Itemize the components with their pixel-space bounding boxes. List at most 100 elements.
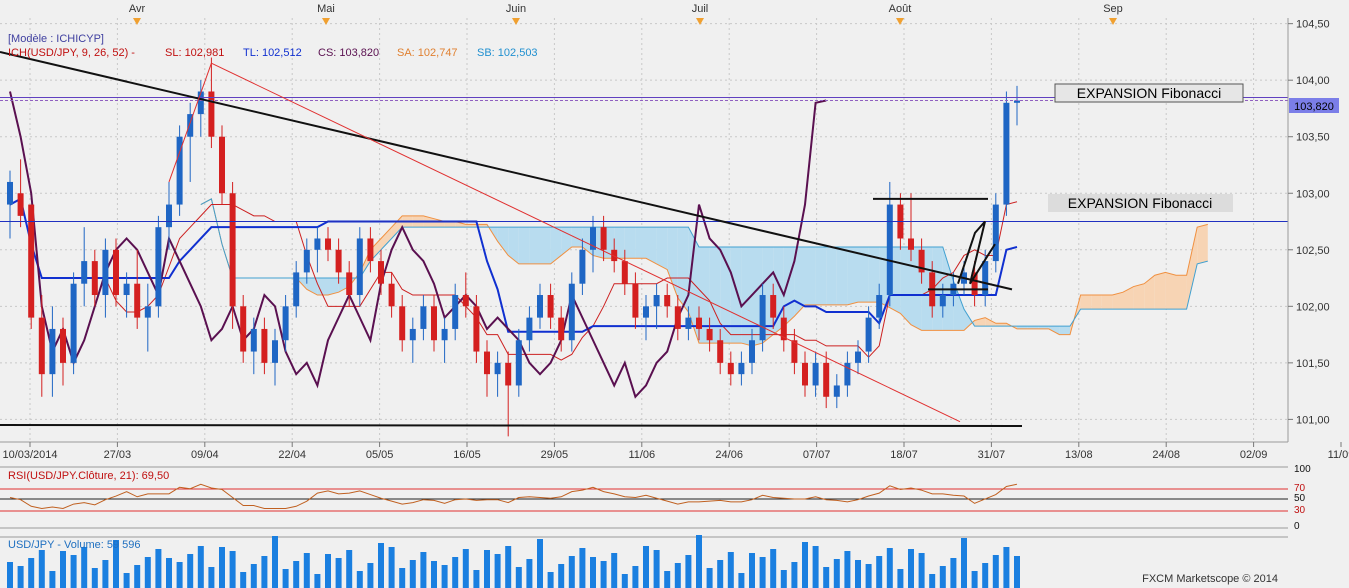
volume-bar xyxy=(378,543,384,588)
candle-body xyxy=(717,340,724,363)
price-label: 104,00 xyxy=(1296,75,1330,87)
candle-body xyxy=(749,340,755,363)
footer-credit: FXCM Marketscope © 2014 xyxy=(1142,573,1278,585)
volume-bar xyxy=(431,561,437,588)
volume-bar xyxy=(929,574,936,588)
volume-bar xyxy=(823,567,830,588)
fibonacci-label-1: EXPANSION Fibonacci xyxy=(1077,85,1221,101)
volume-bar xyxy=(505,546,512,588)
candle-body xyxy=(293,272,300,307)
candle-body xyxy=(738,362,745,375)
candle-body xyxy=(155,227,162,307)
month-label: Juin xyxy=(506,3,526,15)
candle-body xyxy=(240,306,247,352)
volume-bar xyxy=(441,565,448,588)
candle-body xyxy=(367,238,374,262)
candle-body xyxy=(102,249,109,296)
volume-bar xyxy=(855,560,861,588)
candle-body xyxy=(865,317,872,352)
candle-body xyxy=(208,91,215,137)
volume-bar xyxy=(643,546,649,588)
ich-label: ICH(USD/JPY, 9, 26, 52) - xyxy=(8,47,135,59)
candle-body xyxy=(653,295,660,307)
volume-bar xyxy=(208,567,215,588)
volume-bar xyxy=(102,560,109,588)
volume-bar xyxy=(886,548,893,588)
candle-body xyxy=(261,328,268,363)
volume-bar xyxy=(293,561,300,588)
tl-value: TL: 102,512 xyxy=(243,47,302,59)
kumo-segment xyxy=(1133,283,1145,310)
volume-bar xyxy=(600,561,607,588)
volume-bar xyxy=(568,556,575,588)
date-label: 24/08 xyxy=(1152,449,1180,461)
volume-bar xyxy=(28,558,35,588)
volume-bar xyxy=(515,567,522,588)
candle-body xyxy=(134,283,141,318)
volume-bar xyxy=(17,566,24,588)
volume-bar xyxy=(961,538,967,588)
date-label: 11/09 xyxy=(1328,449,1349,461)
candle-body xyxy=(833,385,840,397)
kumo-segment xyxy=(529,227,540,264)
kumo-segment xyxy=(646,227,657,264)
candle-body xyxy=(674,306,681,329)
volume-bar xyxy=(770,549,777,588)
candle-body xyxy=(399,306,406,341)
date-label: 10/03/2014 xyxy=(2,449,57,461)
candle-body xyxy=(727,362,734,375)
candle-body xyxy=(282,306,289,341)
volume-bar xyxy=(579,548,586,588)
sb-value: SB: 102,503 xyxy=(477,47,538,59)
volume-bar xyxy=(335,558,342,588)
candle-body xyxy=(431,306,437,341)
volume-bar xyxy=(38,550,45,588)
volume-bar xyxy=(240,572,247,588)
month-label: Mai xyxy=(317,3,335,15)
volume-bar xyxy=(123,573,130,588)
volume-bar xyxy=(664,571,671,588)
price-label: 103,00 xyxy=(1296,188,1330,200)
month-label: Avr xyxy=(129,3,146,15)
candle-body xyxy=(60,328,66,363)
volume-bar xyxy=(91,568,98,588)
candle-body xyxy=(378,261,384,284)
candle-body xyxy=(346,272,353,296)
volume-bar xyxy=(833,559,840,588)
date-label: 27/03 xyxy=(104,449,132,461)
volume-bar xyxy=(261,556,268,588)
volume-bar xyxy=(176,562,183,588)
volume-bar xyxy=(7,562,13,588)
kumo-segment xyxy=(815,246,827,305)
volume-bar xyxy=(462,549,469,588)
candle-body xyxy=(632,283,639,318)
month-label: Sep xyxy=(1103,3,1123,15)
rsi-tick-label: 30 xyxy=(1294,505,1306,516)
volume-bar xyxy=(81,547,88,588)
rsi-label: RSI(USD/JPY.Clôture, 21): 69,50 xyxy=(8,470,169,482)
volume-bar xyxy=(908,549,914,588)
kumo-segment xyxy=(540,227,551,264)
date-label: 07/07 xyxy=(803,449,831,461)
candle-body xyxy=(452,295,459,329)
cs-value: CS: 103,820 xyxy=(318,47,379,59)
candle-body xyxy=(526,317,533,341)
candle-body xyxy=(303,249,310,273)
kumo-segment xyxy=(1197,224,1208,264)
volume-bar xyxy=(325,554,331,588)
volume-bar xyxy=(717,560,724,588)
sl-value: SL: 102,981 xyxy=(165,47,224,59)
volume-bar xyxy=(409,560,416,588)
volume-bar xyxy=(420,552,427,588)
volume-bar xyxy=(367,563,374,588)
volume-bar xyxy=(749,553,755,588)
candle-body xyxy=(568,283,575,341)
volume-bar xyxy=(812,546,819,588)
volume-bar xyxy=(303,553,310,588)
volume-bar xyxy=(876,556,883,588)
candle-body xyxy=(823,362,830,397)
candle-body xyxy=(7,181,13,205)
date-label: 31/07 xyxy=(978,449,1006,461)
month-bar xyxy=(0,0,1288,18)
candle-body xyxy=(335,249,342,273)
